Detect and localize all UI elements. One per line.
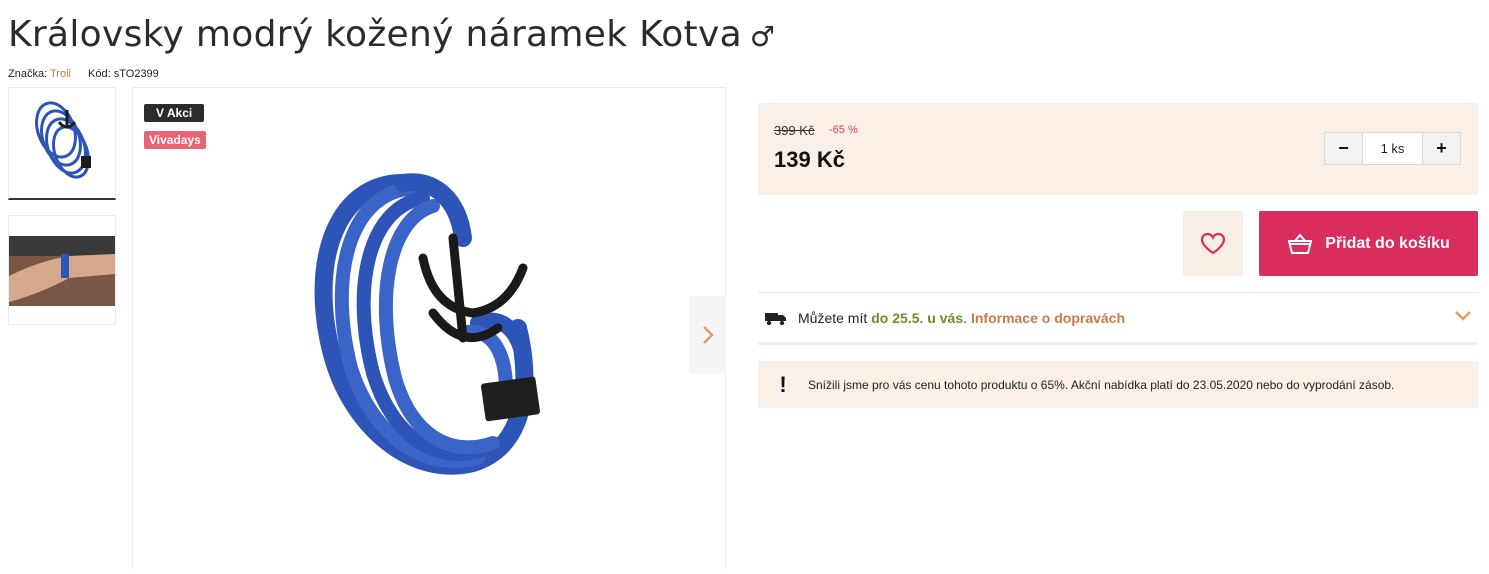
divider [758, 292, 1478, 293]
delivery-info[interactable]: Můžete mít do 25.5. u vás. Informace o d… [758, 296, 1478, 340]
sale-badge: V Akci [144, 104, 205, 122]
product-meta: Značka: Troli Kód: sTO2399 [8, 68, 159, 80]
product-title-text: Královsky modrý kožený náramek Kotva [8, 14, 742, 55]
hand-photo-thumbnail-image [9, 236, 115, 306]
chevron-down-icon[interactable] [1454, 309, 1472, 325]
code-label: Kód: [88, 68, 111, 80]
delivery-text: Můžete mít [798, 310, 868, 326]
heart-icon [1200, 232, 1226, 254]
increase-quantity-button[interactable]: + [1423, 133, 1460, 164]
basket-icon [1287, 232, 1313, 254]
quantity-stepper: − 1 ks + [1324, 132, 1461, 165]
thumbnail-1[interactable] [8, 87, 116, 200]
bracelet-main-image [314, 173, 540, 475]
next-image-button[interactable] [689, 296, 726, 373]
bracelet-thumbnail-image [35, 101, 91, 179]
product-code: sTO2399 [113, 68, 159, 80]
old-price: 399 Kč [774, 123, 815, 138]
main-product-image [132, 87, 726, 569]
add-to-cart-button[interactable]: Přidat do košíku [1259, 211, 1478, 276]
discount-percent: -65 % [829, 124, 858, 136]
divider [758, 342, 1478, 345]
truck-icon [764, 310, 788, 326]
brand-link[interactable]: Troli [50, 68, 71, 80]
chevron-right-icon [702, 325, 714, 344]
decrease-quantity-button[interactable]: − [1325, 133, 1362, 164]
add-to-cart-label: Přidat do košíku [1325, 234, 1450, 252]
price-panel: 399 Kč -65 % 139 Kč − 1 ks + [758, 103, 1478, 195]
wishlist-button[interactable] [1183, 211, 1243, 276]
shipping-info-link[interactable]: Informace o dopravách [971, 310, 1125, 326]
gender-male-icon: ♂ [749, 20, 776, 53]
discount-notice: ! Snížili jsme pro vás cenu tohoto produ… [758, 361, 1478, 408]
delivery-date: do 25.5. u vás [871, 310, 964, 326]
thumbnail-2[interactable] [8, 215, 116, 325]
quantity-input[interactable]: 1 ks [1362, 133, 1423, 164]
delivery-separator: . [963, 310, 967, 326]
brand-label: Značka: [8, 68, 48, 80]
exclamation-icon: ! [779, 371, 787, 397]
product-title: Královsky modrý kožený náramek Kotva ♂ [8, 14, 775, 55]
current-price: 139 Kč [774, 147, 845, 172]
campaign-badge: Vivadays [144, 131, 206, 149]
notice-text: Snížili jsme pro vás cenu tohoto produkt… [808, 377, 1395, 392]
